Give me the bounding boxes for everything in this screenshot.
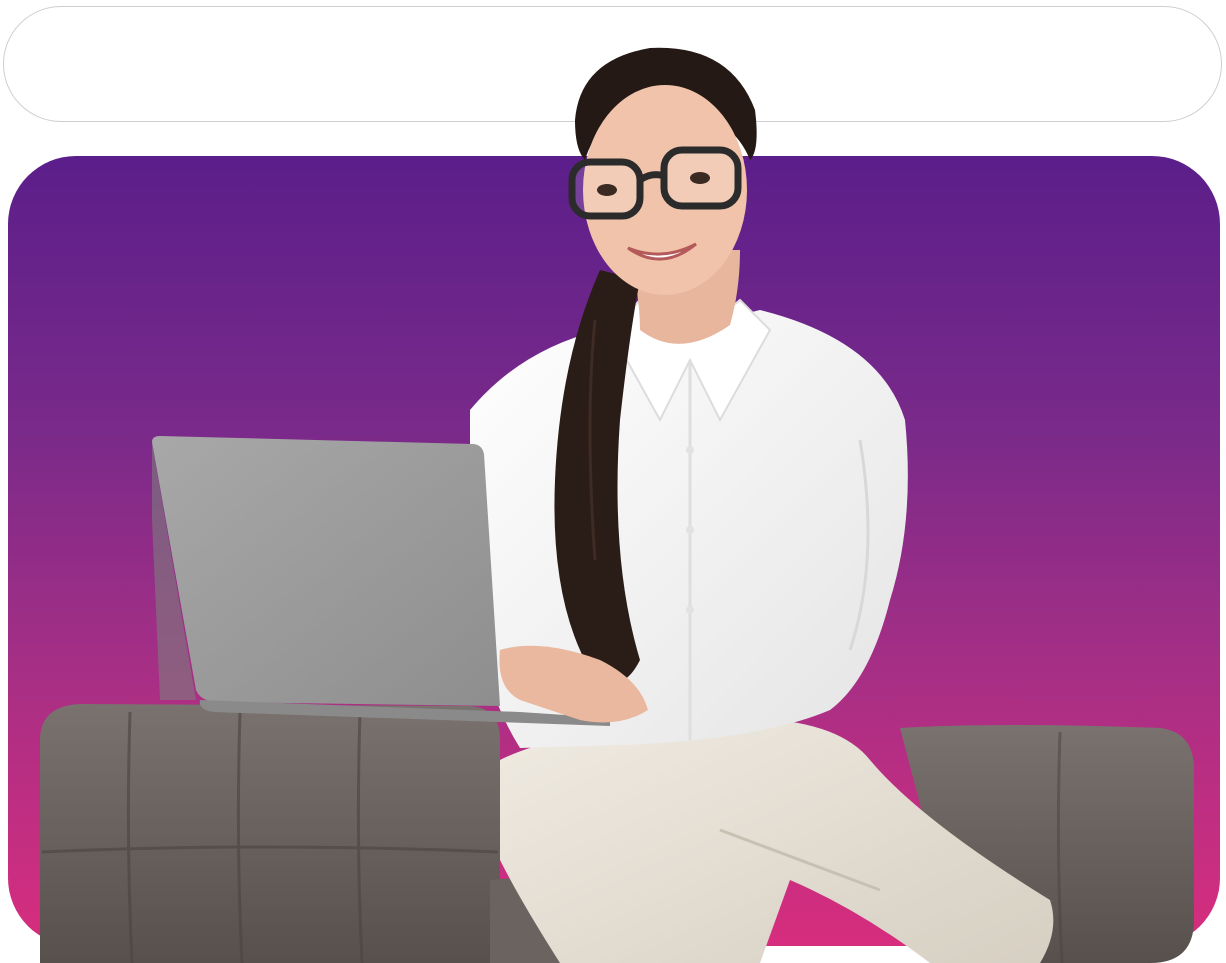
hero-image <box>40 47 1194 963</box>
page <box>0 0 1226 963</box>
